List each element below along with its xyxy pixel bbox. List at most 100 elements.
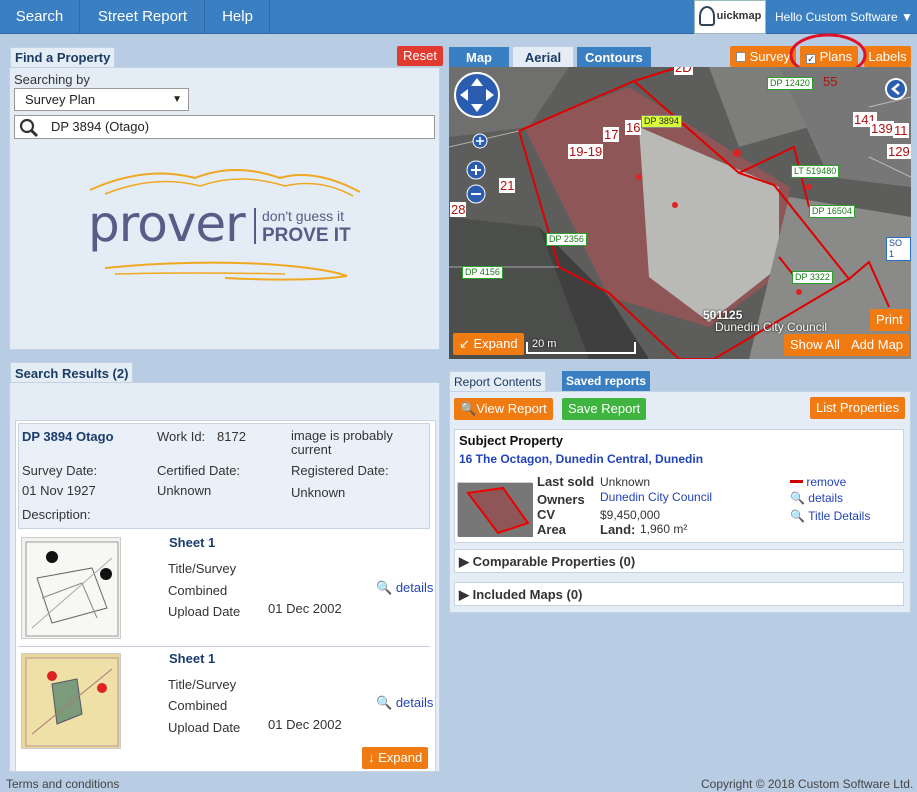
road-number: 2D [674,67,693,75]
tab-aerial[interactable]: Aerial [513,47,573,68]
record-title[interactable]: DP 3894 Otago [22,429,114,444]
map-label: LT 519480 [791,165,840,178]
road-number: 55 [823,74,838,89]
map-label: DP 4156 [462,266,503,279]
show-all-button[interactable]: Show All [784,334,846,356]
last-sold-value: Unknown [600,475,651,489]
subject-thumbnail[interactable] [457,482,533,537]
expand-triangle-icon: ▶ [459,554,469,569]
details-label: details [808,491,843,505]
quickmap-q-icon [698,6,715,27]
certified-date-value: Unknown [157,483,212,498]
user-menu[interactable]: Hello Custom Software ▼ [775,0,913,34]
sheet-thumbnail[interactable] [21,537,121,639]
labels-toggle[interactable]: Labels [864,46,911,67]
survey-checkbox[interactable] [736,52,746,62]
sheet-name: Sheet 1 [169,651,216,666]
tab-saved-reports[interactable]: Saved reports [562,371,651,392]
upload-date-value: 01 Dec 2002 [268,717,342,732]
road-number: 19-19 [568,144,604,159]
map-label: SO 1 [886,237,911,261]
title-details-link[interactable]: 🔍 Title Details [790,509,870,523]
map-label: DP 12420 [767,77,813,90]
results-expand-button[interactable]: ↓ Expand [362,747,429,769]
pan-control[interactable] [453,71,501,119]
scale-bar: 20 m [526,338,636,354]
subject-address[interactable]: 16 The Octagon, Dunedin Central, Dunedin [459,452,703,466]
land-value: 1,960 m² [640,522,688,536]
land-label: Land: [600,522,636,537]
cv-value: $9,450,000 [600,508,661,522]
magnifier-icon: 🔍 [790,509,805,523]
sheet-kind: Combined [168,698,228,713]
remove-link[interactable]: remove [790,475,846,489]
reset-button[interactable]: Reset [397,46,443,66]
zoom-fit-icon[interactable] [472,133,488,149]
terms-link[interactable]: Terms and conditions [6,777,119,791]
details-label: details [395,695,434,710]
list-properties-button[interactable]: List Properties [810,397,906,419]
road-number: 28 [450,202,467,217]
tab-contours[interactable]: Contours [577,47,651,68]
title-details-label: Title Details [808,509,871,523]
expand-triangle-icon: ▶ [459,587,469,602]
survey-date-label: Survey Date: [22,463,98,478]
nav-help[interactable]: Help [206,0,270,34]
survey-toggle[interactable]: Survey [730,46,797,67]
zoom-in-icon[interactable] [466,160,486,180]
work-id-label: Work Id: [157,429,206,444]
comparable-header[interactable]: ▶ Comparable Properties (0) [459,554,635,570]
searching-by-label: Searching by [14,72,90,87]
upload-date-value: 01 Dec 2002 [268,601,342,616]
parcel-owner: Dunedin City Council [715,320,828,334]
search-input[interactable]: DP 3894 (Otago) [14,115,435,139]
owners-link[interactable]: Dunedin City Council [600,490,712,504]
details-label: details [395,580,434,595]
prover-tagline: don't guess it [262,208,345,224]
print-button[interactable]: Print [870,309,909,331]
tab-map[interactable]: Map [449,47,509,68]
copyright-text: Copyright © 2018 Custom Software Ltd. [701,777,914,791]
collapse-arrow-icon[interactable] [884,77,908,101]
magnifier-icon: 🔍 [376,580,393,595]
quickmap-logo[interactable]: uickmap [694,0,766,34]
save-report-button[interactable]: Save Report [562,398,647,420]
image-status: image is probably current [291,428,393,457]
sheet-type: Title/Survey [168,677,237,692]
aerial-map[interactable]: DP 3894 DP 12420 LT 519480 DP 16504 DP 2… [449,67,911,359]
upload-date-label: Upload Date [168,720,241,735]
cv-label: CV [537,507,556,522]
subject-title: Subject Property [459,433,564,448]
find-property-tab[interactable]: Find a Property [10,47,116,67]
nav-street-report[interactable]: Street Report [81,0,205,34]
details-link[interactable]: 🔍 details [790,491,843,505]
road-number: 17 [603,127,620,142]
brand-name: uickmap [716,10,762,22]
search-type-select[interactable]: Survey Plan ▼ [14,88,189,111]
search-icon [19,118,39,138]
map-label: DP 3894 [641,115,682,128]
sheet-details-link[interactable]: 🔍 details [376,695,433,711]
description-label: Description: [22,507,91,522]
sheet-name: Sheet 1 [169,535,216,550]
area-label: Area [537,522,566,537]
add-map-button[interactable]: Add Map [845,334,910,356]
divider [18,646,430,647]
sheet-thumbnail[interactable] [21,653,121,749]
survey-plan-image [25,657,119,747]
view-report-button[interactable]: 🔍View Report [454,398,553,420]
search-results-tab[interactable]: Search Results (2) [10,362,134,383]
sheet-details-link[interactable]: 🔍 details [376,580,433,596]
nav-search[interactable]: Search [0,0,80,34]
prover-divider [254,208,256,244]
map-expand-button[interactable]: ↙ Expand [453,333,524,355]
search-type-value: Survey Plan [25,92,96,107]
included-maps-header[interactable]: ▶ Included Maps (0) [459,587,582,603]
survey-plan-image [25,541,119,637]
tab-report-contents[interactable]: Report Contents [449,371,547,392]
registered-date-value: Unknown [291,485,346,500]
survey-label: Survey [749,49,791,64]
zoom-out-icon[interactable] [466,184,486,204]
map-label: DP 2356 [546,233,587,246]
last-sold-label: Last sold [537,474,595,489]
